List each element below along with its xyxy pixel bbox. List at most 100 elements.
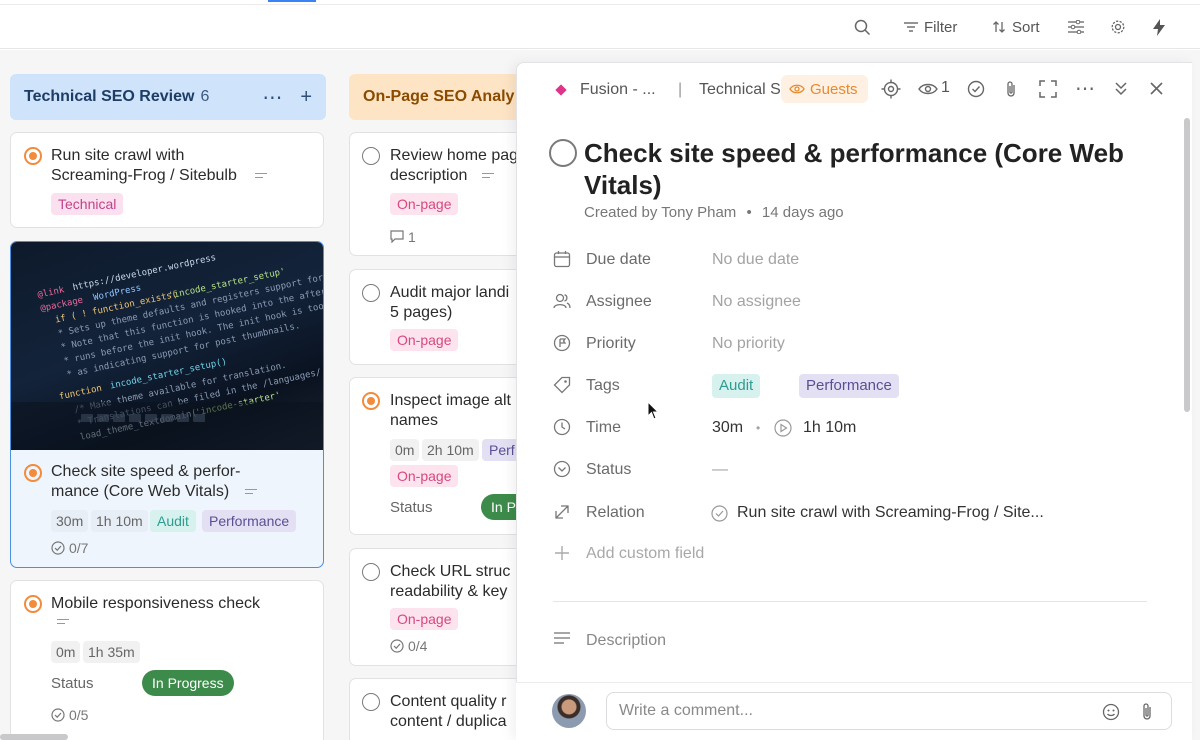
card-title-line: Check URL struc: [390, 563, 511, 580]
tag-on-page[interactable]: On-page: [390, 608, 459, 630]
created-sep: •: [746, 204, 752, 221]
breadcrumb-list[interactable]: Technical S: [699, 81, 781, 99]
search-icon: [854, 19, 871, 35]
time-tracked[interactable]: 2h 10m: [422, 439, 479, 461]
task-card[interactable]: Audit major landi 5 pages) On-page: [349, 269, 529, 365]
tag-on-page[interactable]: On-page: [390, 465, 459, 487]
collapse-chevrons-icon[interactable]: [1114, 81, 1128, 97]
tag-performance[interactable]: Performance: [799, 374, 899, 398]
priority-status-icon[interactable]: [362, 392, 380, 410]
tag-performance[interactable]: Performance: [202, 510, 297, 532]
task-card[interactable]: Check URL struc readability & key On-pag…: [349, 548, 529, 666]
time-tracked[interactable]: 1h 35m: [83, 641, 140, 663]
time-tracked[interactable]: 1h 10m: [91, 510, 148, 532]
settings-button[interactable]: [1110, 5, 1126, 49]
priority-status-icon[interactable]: [24, 464, 42, 482]
field-value[interactable]: No due date: [712, 251, 799, 269]
sort-label: Sort: [1012, 18, 1040, 36]
tag-on-page[interactable]: On-page: [390, 193, 459, 215]
field-label: Time: [586, 419, 621, 436]
breadcrumb-space[interactable]: Fusion - ...: [580, 81, 656, 99]
sort-icon: [993, 21, 1005, 33]
tag-on-page[interactable]: On-page: [390, 329, 459, 351]
divider: [553, 601, 1147, 602]
field-value[interactable]: No assignee: [712, 293, 801, 311]
panel-scrollbar[interactable]: [1184, 118, 1190, 412]
time-estimate[interactable]: 0m: [390, 439, 420, 461]
breadcrumb-separator: |: [678, 81, 683, 98]
field-time[interactable]: Time 30m • 1h 10m: [553, 413, 1153, 443]
filter-label: Filter: [924, 18, 958, 36]
watchers-eye-icon[interactable]: [918, 82, 938, 96]
close-icon[interactable]: [1150, 82, 1163, 95]
time-estimate[interactable]: 30m: [712, 419, 743, 437]
status-circle-icon[interactable]: [362, 284, 380, 302]
created-info: Created by Tony Pham • 14 days ago: [584, 204, 844, 221]
customize-button[interactable]: [1068, 5, 1084, 49]
status-badge[interactable]: In Progress: [142, 670, 234, 696]
comment-count: 1: [408, 229, 416, 245]
time-tracked[interactable]: 1h 10m: [803, 419, 856, 437]
check-circle-icon[interactable]: [967, 80, 985, 98]
priority-status-icon[interactable]: [24, 147, 42, 165]
status-circle-icon[interactable]: [362, 693, 380, 711]
paperclip-icon[interactable]: [1141, 702, 1153, 721]
status-circle-icon[interactable]: [362, 147, 380, 165]
panel-header: Fusion - ... | Technical S Guests 1 ⋯: [517, 63, 1192, 117]
expand-icon[interactable]: [1039, 80, 1057, 98]
description-field[interactable]: Description: [553, 626, 1153, 656]
relation-link[interactable]: Run site crawl with Screaming-Frog / Sit…: [737, 504, 1044, 522]
field-priority[interactable]: Priority No priority: [553, 329, 1153, 359]
time-estimate[interactable]: 0m: [51, 641, 81, 663]
task-title[interactable]: Check site speed & performance (Core Web…: [584, 137, 1164, 201]
tag-audit[interactable]: Audit: [150, 510, 196, 532]
task-card-selected[interactable]: @link https://developer.wordpress @packag…: [10, 241, 324, 568]
automations-button[interactable]: [1153, 5, 1165, 49]
field-due-date[interactable]: Due date No due date: [553, 245, 1153, 275]
card-title-line: Review home pag: [390, 147, 519, 164]
sort-button[interactable]: Sort: [992, 5, 1040, 49]
task-status-icon[interactable]: [549, 139, 577, 167]
field-label: Priority: [586, 335, 636, 352]
filter-icon: [904, 22, 918, 32]
comment-input[interactable]: Write a comment...: [606, 692, 1172, 730]
priority-status-icon[interactable]: [24, 595, 42, 613]
field-assignee[interactable]: Assignee No assignee: [553, 287, 1153, 317]
more-icon[interactable]: ⋯: [262, 85, 282, 110]
task-card[interactable]: Review home pag description On-page 1: [349, 132, 529, 256]
checklist-count: 0/4: [408, 638, 428, 654]
more-options-icon[interactable]: ⋯: [1075, 76, 1095, 101]
task-card[interactable]: Inspect image alt names 0m 2h 10m Perf O…: [349, 377, 529, 535]
time-estimate[interactable]: 30m: [51, 510, 89, 532]
target-icon[interactable]: [881, 79, 901, 99]
time-separator: •: [756, 421, 761, 435]
add-custom-field-button[interactable]: Add custom field: [553, 539, 1153, 569]
field-value[interactable]: No priority: [712, 335, 785, 353]
field-tags[interactable]: Tags Audit Performance: [553, 371, 1153, 401]
search-button[interactable]: [854, 5, 871, 49]
filter-button[interactable]: Filter: [904, 5, 957, 49]
task-card[interactable]: Mobile responsiveness check 0m 1h 35m St…: [10, 580, 324, 740]
add-task-icon[interactable]: +: [300, 86, 312, 109]
description-placeholder: Description: [586, 632, 667, 649]
play-timer-icon[interactable]: [774, 419, 792, 437]
column-header-technical-seo[interactable]: Technical SEO Review 6 ⋯ +: [10, 74, 326, 120]
code-screen-image: @link https://developer.wordpress @packag…: [11, 253, 323, 450]
tag-audit[interactable]: Audit: [712, 374, 761, 398]
tag-technical[interactable]: Technical: [51, 193, 124, 215]
calendar-icon: [553, 251, 571, 268]
task-card[interactable]: Content quality r content / duplica: [349, 678, 529, 740]
field-value[interactable]: —: [712, 461, 728, 479]
status-circle-icon[interactable]: [362, 563, 380, 581]
board-horizontal-scrollbar[interactable]: [0, 734, 68, 740]
column-header-on-page-seo[interactable]: On-Page SEO Analy: [349, 74, 529, 120]
card-title-line: Check site speed & perfor-: [51, 463, 241, 480]
paperclip-icon[interactable]: [1005, 80, 1017, 98]
status-chevron-icon: [553, 460, 571, 478]
emoji-icon[interactable]: [1102, 703, 1120, 721]
field-status[interactable]: Status —: [553, 455, 1153, 485]
field-relation[interactable]: Relation Run site crawl with Screaming-F…: [553, 498, 1153, 528]
task-card[interactable]: Run site crawl with Screaming-Frog / Sit…: [10, 132, 324, 228]
board-toolbar: Filter Sort: [0, 5, 1200, 49]
guests-button[interactable]: Guests: [781, 75, 868, 103]
